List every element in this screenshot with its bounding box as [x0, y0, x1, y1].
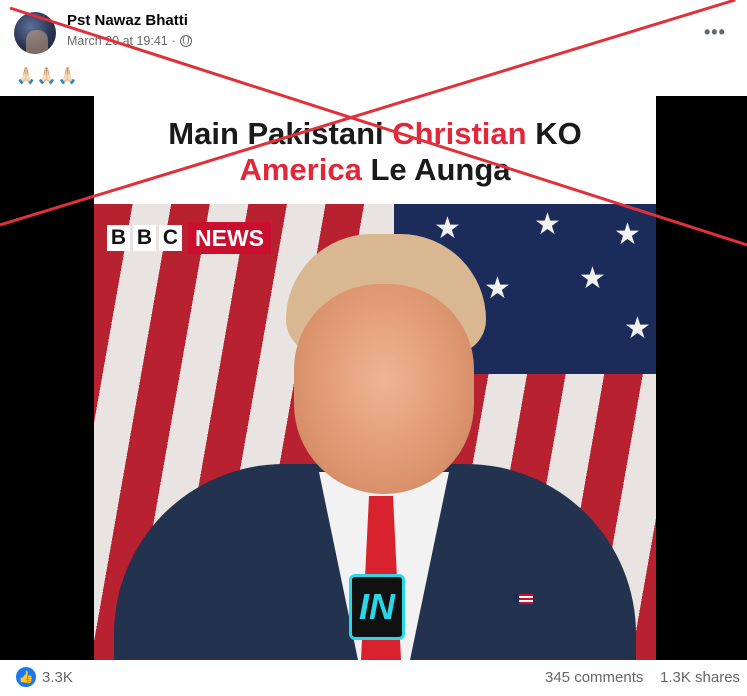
- video-frame: Main Pakistani Christian KO America Le A…: [94, 96, 656, 660]
- bbc-news-logo: B B C NEWS: [107, 221, 271, 255]
- flag-pin-icon: [514, 594, 533, 604]
- video-title-line-1: Main Pakistani Christian KO: [168, 116, 582, 151]
- post-footer: 👍 3.3K 345 comments 1.3K shares: [0, 660, 747, 696]
- video-scene: ★ ★ ★ ★ ★ ★ B B C NEWS IN: [94, 204, 656, 660]
- more-options-icon[interactable]: •••: [704, 22, 726, 43]
- post-timestamp[interactable]: March 20 at 19:41: [67, 34, 168, 48]
- avatar[interactable]: [14, 12, 56, 54]
- video-title-line-2: America Le Aunga: [239, 152, 511, 187]
- reaction-count[interactable]: 3.3K: [42, 669, 73, 686]
- post-header: Pst Nawaz Bhatti March 20 at 19:41 · •••…: [0, 0, 747, 95]
- post-caption: 🙏🏻🙏🏻🙏🏻: [16, 68, 79, 85]
- shares-count[interactable]: 1.3K shares: [660, 669, 740, 686]
- globe-icon: [179, 35, 192, 47]
- comments-count[interactable]: 345 comments: [545, 669, 643, 686]
- video-player[interactable]: Main Pakistani Christian KO America Le A…: [0, 96, 747, 660]
- like-reaction-icon[interactable]: 👍: [16, 667, 36, 687]
- author-name[interactable]: Pst Nawaz Bhatti: [67, 12, 188, 29]
- in-badge: IN: [349, 574, 405, 640]
- video-title-band: Main Pakistani Christian KO America Le A…: [94, 96, 656, 204]
- post-meta: March 20 at 19:41 ·: [67, 34, 192, 48]
